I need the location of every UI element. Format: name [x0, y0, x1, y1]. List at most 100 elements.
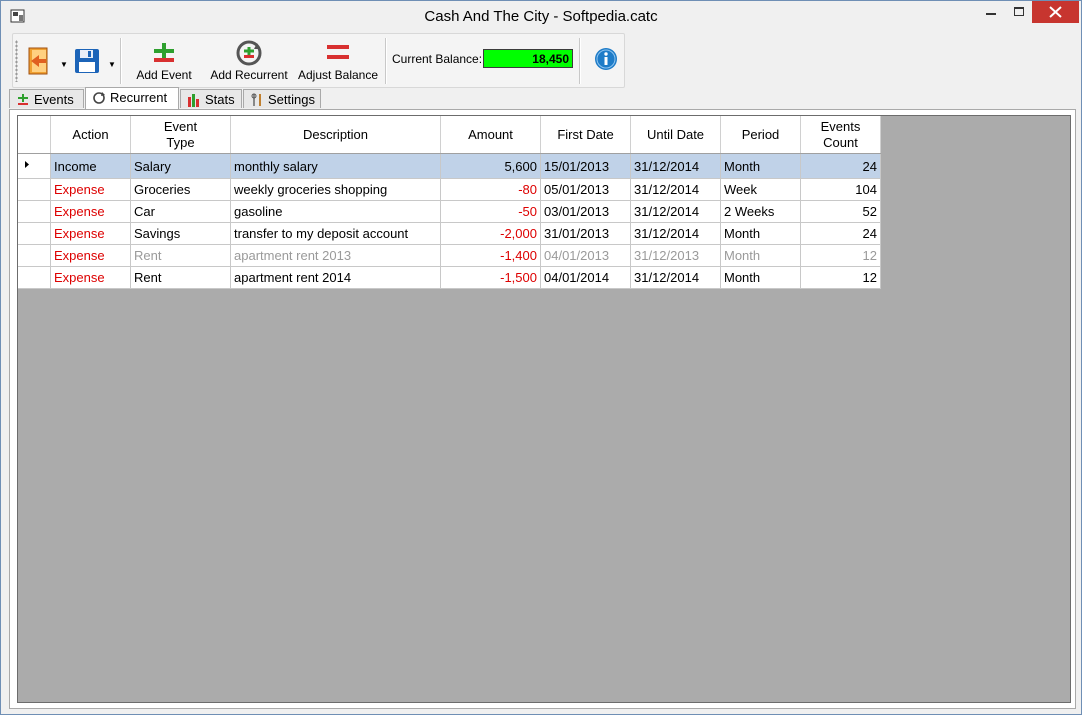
cell-first-date[interactable]: 03/01/2013 [540, 200, 631, 223]
cell-until-date[interactable]: 31/12/2014 [630, 266, 721, 289]
cell-period[interactable]: Month [720, 266, 801, 289]
cell-events-count[interactable]: 24 [800, 153, 881, 179]
cell-action[interactable]: Expense [50, 200, 131, 223]
cell-period[interactable]: Month [720, 244, 801, 267]
row-header[interactable] [18, 244, 51, 267]
maximize-button[interactable] [1003, 1, 1035, 23]
cell-amount[interactable]: -1,400 [440, 244, 541, 267]
recurrent-table: Action Event Type Description Amount Fir… [18, 116, 881, 289]
tab-events[interactable]: Events [9, 89, 84, 108]
open-dropdown-arrow[interactable]: ▼ [60, 60, 68, 69]
add-event-button[interactable]: Add Event [131, 36, 197, 86]
recurrent-grid: Action Event Type Description Amount Fir… [17, 115, 1071, 703]
cell-until-date[interactable]: 31/12/2014 [630, 153, 721, 179]
cell-event-type[interactable]: Savings [130, 222, 231, 245]
cell-action[interactable]: Expense [50, 244, 131, 267]
cell-amount[interactable]: -80 [440, 178, 541, 201]
cell-until-date[interactable]: 31/12/2014 [630, 200, 721, 223]
table-row[interactable]: Expense Car gasoline -50 03/01/2013 31/1… [18, 200, 881, 223]
cell-description[interactable]: monthly salary [230, 153, 441, 179]
column-header-description[interactable]: Description [230, 116, 441, 154]
tab-strip: Events Recurrent Stats Settings [9, 87, 709, 109]
cell-first-date[interactable]: 05/01/2013 [540, 178, 631, 201]
cell-amount[interactable]: -1,500 [440, 266, 541, 289]
plus-minus-icon [18, 94, 28, 105]
cell-action[interactable]: Expense [50, 222, 131, 245]
recurrent-panel: Action Event Type Description Amount Fir… [9, 109, 1076, 709]
current-row-arrow-icon [25, 161, 29, 168]
table-row[interactable]: Expense Savings transfer to my deposit a… [18, 222, 881, 245]
cell-description[interactable]: transfer to my deposit account [230, 222, 441, 245]
toolbar-grip[interactable] [15, 40, 18, 82]
current-balance-value: 18,450 [483, 49, 573, 68]
cell-period[interactable]: 2 Weeks [720, 200, 801, 223]
toolbar-separator [120, 38, 122, 84]
cell-until-date[interactable]: 31/12/2014 [630, 222, 721, 245]
cell-first-date[interactable]: 31/01/2013 [540, 222, 631, 245]
column-header-first-date[interactable]: First Date [540, 116, 631, 154]
cell-event-type[interactable]: Salary [130, 153, 231, 179]
cell-event-type[interactable]: Rent [130, 244, 231, 267]
info-button[interactable] [591, 36, 621, 86]
row-header-corner[interactable] [18, 116, 51, 154]
add-event-icon [154, 43, 174, 62]
save-button[interactable]: ▼ [71, 36, 116, 86]
toolbar-separator [385, 38, 387, 84]
row-header[interactable] [18, 178, 51, 201]
cell-event-type[interactable]: Car [130, 200, 231, 223]
cell-events-count[interactable]: 12 [800, 266, 881, 289]
add-recurrent-button[interactable]: Add Recurrent [209, 36, 289, 86]
table-row[interactable]: Expense Rent apartment rent 2013 -1,400 … [18, 244, 881, 267]
cell-description[interactable]: weekly groceries shopping [230, 178, 441, 201]
cell-first-date[interactable]: 15/01/2013 [540, 153, 631, 179]
cell-events-count[interactable]: 12 [800, 244, 881, 267]
cell-period[interactable]: Month [720, 222, 801, 245]
add-event-label: Add Event [136, 68, 192, 82]
tab-settings[interactable]: Settings [243, 89, 321, 108]
cell-description[interactable]: gasoline [230, 200, 441, 223]
cell-action[interactable]: Expense [50, 266, 131, 289]
open-button[interactable]: ▼ [24, 36, 68, 86]
cell-action[interactable]: Expense [50, 178, 131, 201]
row-header[interactable] [18, 222, 51, 245]
tab-settings-label: Settings [268, 92, 315, 107]
cell-action[interactable]: Income [50, 153, 131, 179]
cell-description[interactable]: apartment rent 2013 [230, 244, 441, 267]
adjust-balance-button[interactable]: Adjust Balance [297, 36, 379, 86]
column-header-events-count[interactable]: Events Count [800, 116, 881, 154]
cell-first-date[interactable]: 04/01/2013 [540, 244, 631, 267]
table-row[interactable]: Expense Groceries weekly groceries shopp… [18, 178, 881, 201]
table-row[interactable]: Income Salary monthly salary 5,600 15/01… [18, 153, 881, 179]
cell-until-date[interactable]: 31/12/2013 [630, 244, 721, 267]
column-header-period[interactable]: Period [720, 116, 801, 154]
cell-events-count[interactable]: 24 [800, 222, 881, 245]
cell-event-type[interactable]: Groceries [130, 178, 231, 201]
cell-events-count[interactable]: 104 [800, 178, 881, 201]
cell-period[interactable]: Month [720, 153, 801, 179]
cell-event-type[interactable]: Rent [130, 266, 231, 289]
row-header[interactable] [18, 200, 51, 223]
column-header-action[interactable]: Action [50, 116, 131, 154]
row-header[interactable] [18, 153, 51, 179]
column-header-event-type[interactable]: Event Type [130, 116, 231, 154]
close-button[interactable] [1032, 1, 1079, 23]
tab-events-label: Events [34, 92, 74, 107]
row-header[interactable] [18, 266, 51, 289]
cell-amount[interactable]: -2,000 [440, 222, 541, 245]
toolbar: ▼ ▼ Add Event Add Recurrent Adjust Balan… [12, 33, 625, 88]
table-row[interactable]: Expense Rent apartment rent 2014 -1,500 … [18, 266, 881, 289]
cell-description[interactable]: apartment rent 2014 [230, 266, 441, 289]
save-dropdown-arrow[interactable]: ▼ [108, 60, 116, 69]
tab-stats[interactable]: Stats [180, 89, 242, 108]
tab-recurrent[interactable]: Recurrent [85, 87, 179, 109]
close-icon [1049, 6, 1062, 18]
cell-period[interactable]: Week [720, 178, 801, 201]
cell-amount[interactable]: 5,600 [440, 153, 541, 179]
cell-first-date[interactable]: 04/01/2014 [540, 266, 631, 289]
cell-events-count[interactable]: 52 [800, 200, 881, 223]
cell-amount[interactable]: -50 [440, 200, 541, 223]
cell-until-date[interactable]: 31/12/2014 [630, 178, 721, 201]
column-header-until-date[interactable]: Until Date [630, 116, 721, 154]
column-header-amount[interactable]: Amount [440, 116, 541, 154]
title-bar[interactable]: Cash And The City - Softpedia.catc [1, 1, 1081, 31]
